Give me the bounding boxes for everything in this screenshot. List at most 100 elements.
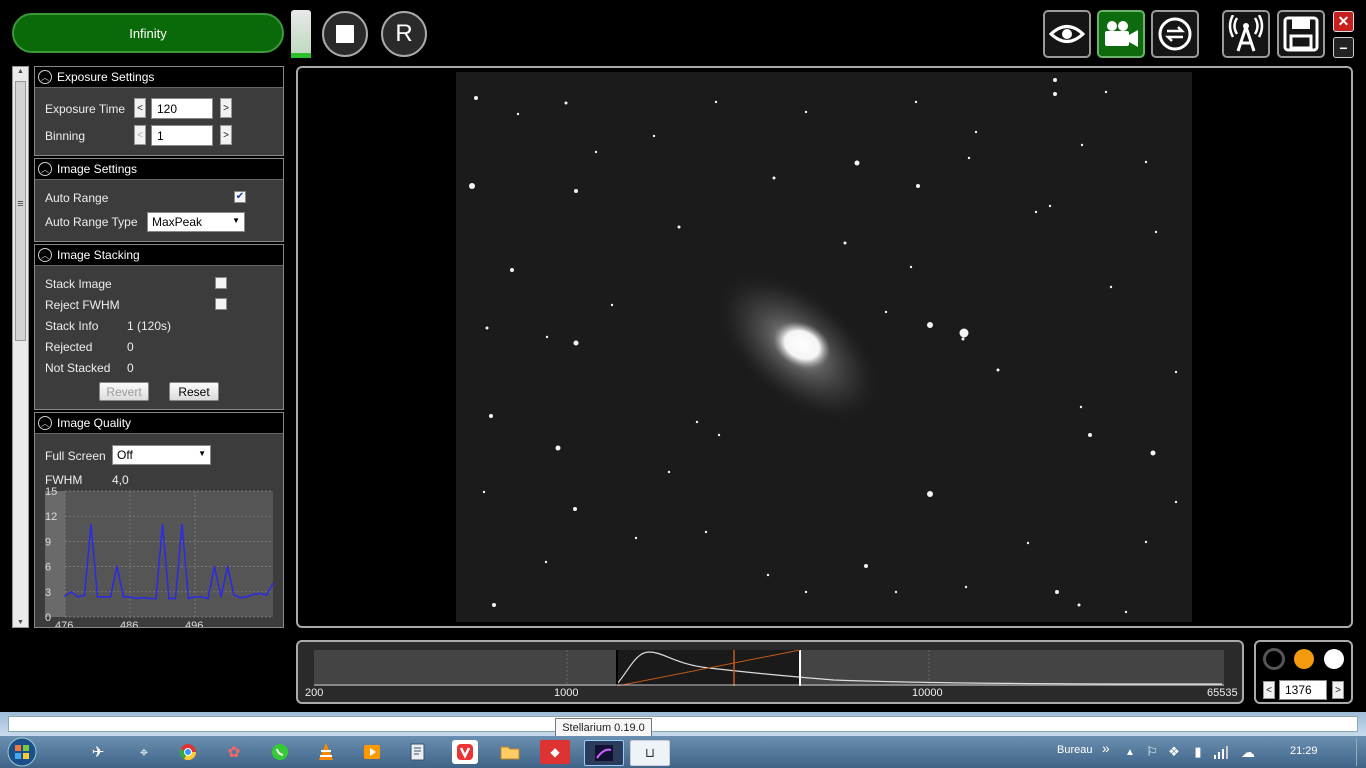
chart-data-point (83, 594, 86, 596)
connect-button[interactable] (1222, 10, 1270, 58)
collapse-chevron-icon[interactable]: ︿ (38, 416, 52, 430)
tray-action-center[interactable]: ⚐ (1140, 740, 1164, 764)
level-increment[interactable]: > (1332, 681, 1344, 699)
exposure-time-increment[interactable]: > (220, 98, 232, 118)
chart-data-point (64, 595, 66, 597)
binning-increment[interactable]: > (220, 125, 232, 145)
toolbar-expand-chevrons[interactable]: » (1102, 740, 1110, 756)
chart-data-point (200, 596, 203, 598)
exposure-time-input[interactable]: 120 (151, 98, 213, 119)
video-capture-button[interactable] (1097, 10, 1145, 58)
tray-power[interactable]: ▮ (1186, 740, 1210, 764)
close-window-button[interactable]: ✕ (1333, 11, 1354, 32)
star (544, 560, 548, 564)
taskbar-app-explorer[interactable] (498, 740, 522, 764)
image-quality-header[interactable]: ︿ Image Quality (35, 413, 283, 434)
taskbar-app-airplane[interactable]: ✈ (86, 740, 110, 764)
chart-data-point (161, 523, 164, 526)
panel-scrollbar[interactable]: ▲ ≡ ▼ (12, 66, 29, 628)
black-point-button[interactable] (1263, 648, 1285, 670)
image-settings-header[interactable]: ︿ Image Settings (35, 159, 283, 180)
view-button[interactable] (1043, 10, 1091, 58)
star (1150, 450, 1156, 456)
not-stacked-value: 0 (127, 361, 134, 375)
image-stacking-header[interactable]: ︿ Image Stacking (35, 245, 283, 266)
chart-x-tick-label: 496 (185, 620, 203, 627)
star (474, 96, 478, 100)
taskbar-app-vivaldi[interactable] (452, 740, 478, 764)
revert-button[interactable]: Revert (99, 382, 149, 401)
chevron-up-icon: ▲ (1125, 746, 1135, 758)
collapse-chevron-icon[interactable]: ︿ (38, 70, 52, 84)
window-status-bar (8, 716, 1358, 732)
loop-button[interactable] (1151, 10, 1199, 58)
taskbar-app-player[interactable] (360, 740, 384, 764)
taskbar-app-active-window[interactable]: ⊔ (630, 740, 670, 766)
taskbar-app-whatsapp[interactable] (268, 740, 292, 764)
collapse-chevron-icon[interactable]: ︿ (38, 162, 52, 176)
reset-button[interactable]: Reset (169, 382, 219, 401)
chart-data-point (90, 523, 92, 526)
mid-point-button[interactable] (1294, 649, 1314, 669)
chart-data-point (239, 596, 242, 599)
taskbar-app-vlc[interactable] (314, 740, 338, 764)
binning-input[interactable]: 1 (151, 125, 213, 146)
tray-dropbox[interactable]: ❖ (1162, 740, 1186, 764)
reject-fwhm-checkbox[interactable] (215, 298, 227, 310)
chart-y-tick-label: 9 (45, 536, 51, 548)
collapse-chevron-icon[interactable]: ︿ (38, 248, 52, 262)
star (704, 530, 708, 534)
tray-network[interactable] (1210, 740, 1234, 764)
chart-data-point (135, 597, 138, 600)
chart-data-point (122, 596, 125, 598)
taskbar-app-chrome[interactable] (176, 740, 200, 764)
stop-button[interactable] (322, 11, 368, 57)
sky-image[interactable] (456, 72, 1192, 622)
star (1174, 370, 1178, 374)
auto-range-type-select[interactable]: MaxPeak ▼ (147, 212, 245, 232)
save-button[interactable] (1277, 10, 1325, 58)
taskbar-app-stellarium[interactable] (584, 740, 624, 766)
stack-image-checkbox[interactable] (215, 277, 227, 289)
panel-title: Image Quality (57, 416, 132, 430)
chart-data-point (168, 597, 170, 600)
scrollbar-thumb[interactable] (15, 81, 26, 341)
taskbar-app-target[interactable]: ⌖ (132, 740, 156, 764)
panel-title: Exposure Settings (57, 70, 155, 84)
clock[interactable]: 21:29 (1290, 745, 1318, 757)
exposure-settings-header[interactable]: ︿ Exposure Settings (35, 67, 283, 88)
star (884, 310, 888, 314)
image-stacking-panel: ︿ Image Stacking Stack Image Reject FWHM … (34, 244, 284, 410)
taskbar-app-paint[interactable]: ✿ (222, 740, 246, 764)
star (961, 337, 965, 341)
show-desktop-button[interactable] (1356, 738, 1365, 766)
tray-show-hidden-button[interactable]: ▲ (1118, 740, 1142, 764)
star (482, 490, 486, 494)
infinity-mode-button[interactable]: Infinity (12, 13, 284, 53)
bureau-toolbar-label[interactable]: Bureau (1057, 744, 1092, 756)
chart-data-point (213, 565, 216, 568)
tray-onedrive[interactable]: ☁ (1236, 740, 1260, 764)
chart-data-point (103, 596, 105, 598)
scroll-down-icon[interactable]: ▼ (13, 619, 28, 626)
histogram[interactable] (314, 650, 1224, 686)
star (485, 326, 489, 330)
minimize-window-button[interactable]: − (1333, 37, 1354, 58)
binning-decrement[interactable]: < (134, 125, 146, 145)
image-settings-panel: ︿ Image Settings Auto Range ✔ Auto Range … (34, 158, 284, 242)
taskbar-tooltip: Stellarium 0.19.0 (555, 718, 652, 737)
auto-range-checkbox[interactable]: ✔ (234, 191, 246, 203)
chart-data-point (155, 597, 157, 600)
start-button[interactable] (6, 737, 38, 767)
level-decrement[interactable]: < (1263, 681, 1275, 699)
r-button[interactable]: R (381, 11, 427, 57)
taskbar-app-anydesk[interactable]: ◆ (540, 740, 570, 764)
white-point-button[interactable] (1324, 649, 1344, 669)
full-screen-select[interactable]: Off ▼ (112, 445, 211, 465)
chart-data-point (70, 591, 73, 593)
taskbar-app-editor[interactable] (406, 740, 430, 764)
scroll-up-icon[interactable]: ▲ (13, 68, 28, 75)
level-value-input[interactable]: 1376 (1279, 680, 1327, 700)
exposure-time-decrement[interactable]: < (134, 98, 146, 118)
antenna-icon (1228, 15, 1264, 52)
